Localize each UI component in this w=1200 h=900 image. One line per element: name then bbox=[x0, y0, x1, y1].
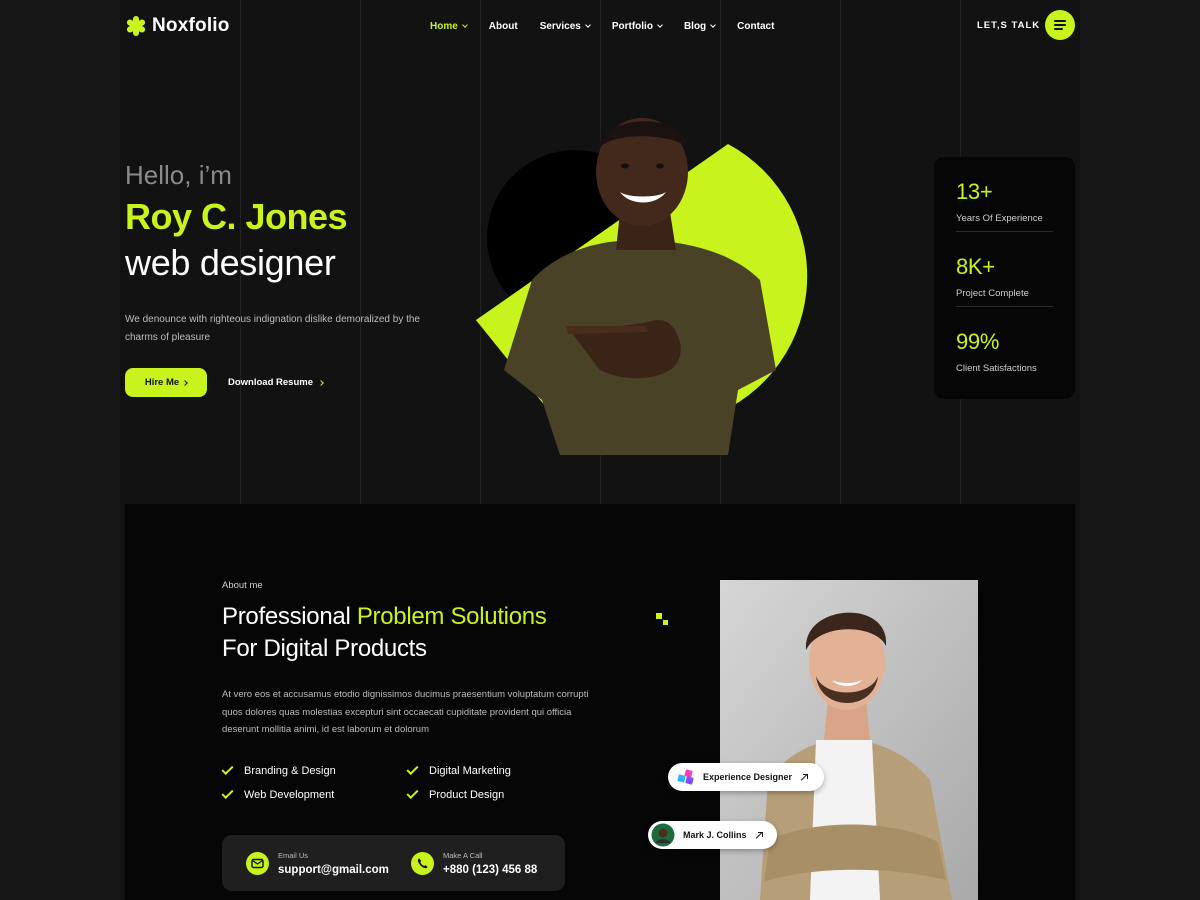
cubes-logo-icon bbox=[677, 769, 694, 785]
chevron-down-icon bbox=[710, 21, 717, 28]
nav-label: Blog bbox=[683, 20, 707, 32]
skill-item: Product Design bbox=[406, 786, 582, 801]
stat-value: 13+ bbox=[956, 179, 993, 204]
stat-label: Client Satisfactions bbox=[956, 363, 1037, 374]
smiling-man-pointing-photo bbox=[476, 118, 808, 455]
arrow-up-right-icon bbox=[755, 831, 763, 839]
skill-item: Web Development bbox=[221, 786, 407, 801]
mail-icon bbox=[246, 851, 269, 875]
chevron-down-icon bbox=[461, 21, 468, 28]
phone-contact[interactable]: Make A Call +880 (123) 456 88 bbox=[411, 835, 537, 891]
stats-card: 13+ Years Of Experience 8K+ Project Comp… bbox=[934, 157, 1075, 399]
avatar bbox=[651, 823, 675, 847]
skill-label: Branding & Design bbox=[244, 765, 336, 777]
download-resume-link[interactable]: Download Resume bbox=[228, 377, 324, 388]
about-eyebrow: About me bbox=[222, 580, 263, 591]
skill-item: Branding & Design bbox=[221, 762, 407, 777]
nav-item-blog[interactable]: Blog bbox=[683, 20, 717, 32]
hamburger-menu-icon[interactable] bbox=[1045, 10, 1075, 40]
brand-name: Noxfolio bbox=[152, 15, 230, 36]
stat-value: 8K+ bbox=[956, 254, 995, 279]
nav-item-contact[interactable]: Contact bbox=[737, 20, 774, 32]
chevron-down-icon bbox=[657, 21, 663, 28]
nav-label: Contact bbox=[737, 20, 775, 32]
nav-item-services[interactable]: Services bbox=[539, 20, 591, 32]
nav-label: About bbox=[488, 20, 518, 32]
nav-label: Portfolio bbox=[611, 20, 653, 32]
contact-card: Email Us support@gmail.com Make A Call +… bbox=[222, 835, 565, 891]
about-title: Professional Problem Solutions For Digit… bbox=[222, 601, 642, 665]
phone-value: +880 (123) 456 88 bbox=[443, 863, 538, 876]
mark-collins-badge[interactable]: Mark J. Collins bbox=[648, 821, 777, 849]
lets-talk-link[interactable]: LET,S TALK bbox=[977, 20, 1040, 31]
stat-value: 99% bbox=[956, 329, 1000, 354]
badge-label: Experience Designer bbox=[703, 772, 793, 782]
stat-item: 99% Client Satisfactions bbox=[956, 307, 1053, 382]
about-text: At vero eos et accusamus etodio dignissi… bbox=[222, 689, 589, 735]
title-highlight: Problem Solutions bbox=[356, 603, 547, 630]
page: Noxfolio Home About Services Portfolio B… bbox=[0, 0, 1200, 900]
nav-item-portfolio[interactable]: Portfolio bbox=[611, 20, 663, 32]
check-icon bbox=[221, 786, 234, 800]
check-icon bbox=[406, 786, 419, 800]
experience-designer-badge[interactable]: Experience Designer bbox=[668, 763, 824, 791]
phone-icon bbox=[411, 851, 434, 875]
hero-portrait bbox=[470, 100, 820, 460]
stat-item: 13+ Years Of Experience bbox=[956, 157, 1053, 232]
smiling-man-arms-crossed-photo bbox=[720, 580, 978, 900]
email-label: Email Us bbox=[278, 850, 309, 860]
nav-item-home[interactable]: Home bbox=[430, 20, 468, 32]
stat-item: 8K+ Project Complete bbox=[956, 232, 1053, 307]
hire-me-button[interactable]: Hire Me bbox=[125, 368, 207, 397]
phone-label: Make A Call bbox=[443, 850, 483, 860]
hero-description: We denounce with righteous indignation d… bbox=[125, 314, 420, 343]
grid-line bbox=[360, 0, 361, 505]
check-icon bbox=[221, 762, 234, 776]
chevron-down-icon bbox=[585, 21, 591, 28]
check-icon bbox=[406, 762, 419, 776]
asterisk-logo-icon bbox=[125, 16, 147, 36]
link-label: Download Resume bbox=[228, 377, 313, 388]
nav-label: Services bbox=[539, 20, 581, 32]
hero-name: Roy C. Jones bbox=[125, 196, 348, 237]
about-portrait bbox=[720, 580, 978, 900]
email-contact[interactable]: Email Us support@gmail.com bbox=[246, 835, 389, 891]
arrow-up-right-icon bbox=[800, 773, 809, 781]
skill-label: Product Design bbox=[429, 789, 505, 801]
stat-label: Years Of Experience bbox=[956, 213, 1043, 224]
stat-label: Project Complete bbox=[956, 288, 1029, 299]
nav-item-about[interactable]: About bbox=[489, 20, 518, 32]
main-nav: Home About Services Portfolio Blog Conta… bbox=[430, 20, 796, 32]
title-text: For Digital Products bbox=[222, 635, 427, 662]
title-text: Professional bbox=[222, 603, 357, 630]
brand-logo[interactable]: Noxfolio bbox=[125, 15, 230, 37]
nav-label: Home bbox=[430, 20, 458, 32]
grid-line bbox=[840, 0, 841, 505]
skill-label: Digital Marketing bbox=[429, 765, 511, 777]
badge-label: Mark J. Collins bbox=[683, 830, 747, 840]
chevron-right-icon bbox=[318, 379, 324, 386]
chevron-right-icon bbox=[182, 379, 188, 386]
button-label: Hire Me bbox=[144, 377, 180, 388]
hero-role: web designer bbox=[125, 242, 336, 283]
skill-label: Web Development bbox=[244, 789, 335, 801]
hero-greeting: Hello, i’m bbox=[125, 160, 232, 190]
skill-item: Digital Marketing bbox=[406, 762, 582, 777]
skills-list: Branding & Design Digital Marketing Web … bbox=[221, 762, 582, 801]
email-value: support@gmail.com bbox=[278, 863, 389, 876]
